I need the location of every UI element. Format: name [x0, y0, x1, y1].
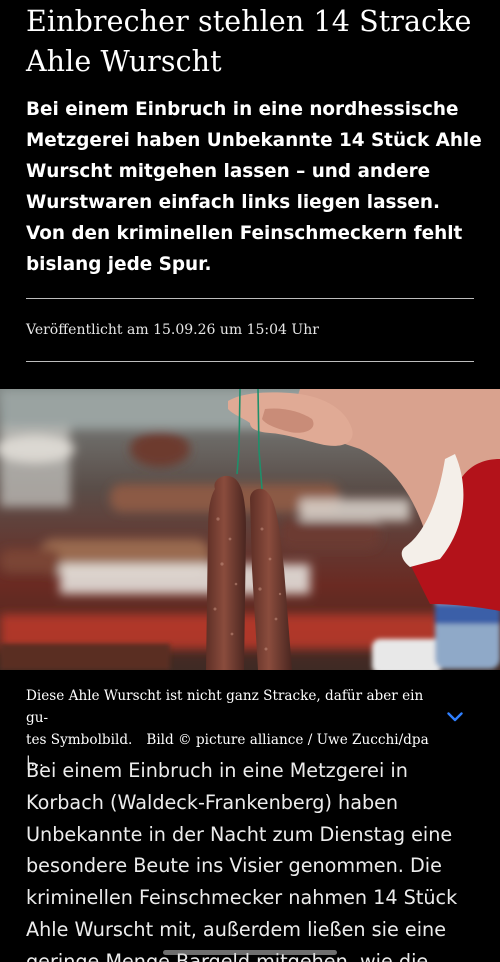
- article-teaser: Bei einem Einbruch in eine nordhessische…: [26, 99, 482, 275]
- caption-text: Diese Ahle Wurscht ist nicht ganz Strack…: [26, 688, 424, 726]
- chevron-down-icon: [447, 712, 463, 722]
- article-headline: Einbrecher stehlen 14 Stracke Ahle Wursc…: [26, 5, 472, 78]
- divider: [26, 298, 474, 299]
- caption-expand-button[interactable]: [442, 705, 468, 729]
- home-indicator[interactable]: [163, 950, 337, 955]
- divider: [26, 361, 474, 362]
- caption-text: tes Symbolbild.: [26, 732, 133, 748]
- article-body: Bei einem Einbruch in eine Metzgerei in …: [26, 759, 458, 962]
- sausage-photo: [0, 389, 500, 670]
- article-page: Einbrecher stehlen 14 Stracke Ahle Wursc…: [0, 0, 500, 962]
- article-image[interactable]: [0, 389, 500, 670]
- publish-date: Veröffentlicht am 15.09.26 um 15:04 Uhr: [26, 322, 319, 338]
